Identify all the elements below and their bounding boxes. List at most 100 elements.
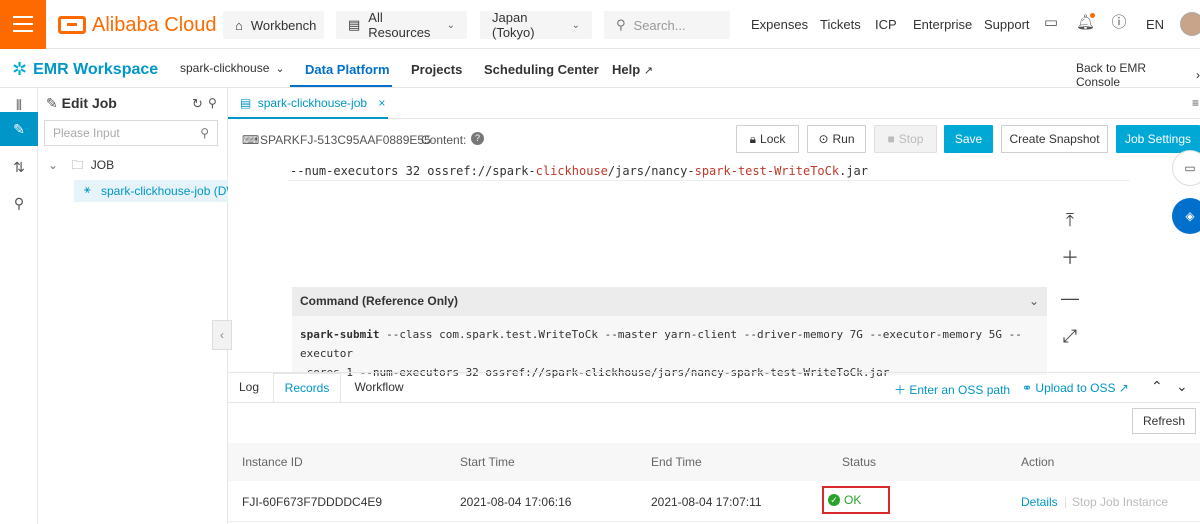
chevron-down-icon: ⌄ (48, 158, 59, 172)
tree-item-spark-clickhouse-job[interactable]: ⚹ spark-clickhouse-job (DW (74, 180, 238, 202)
check-icon: ✓ (828, 494, 840, 506)
save-button[interactable]: Save (944, 125, 993, 153)
tab-projects[interactable]: Projects (411, 62, 462, 77)
plus-icon: ＋ (894, 383, 907, 397)
job-settings-button[interactable]: Job Settings (1116, 125, 1200, 153)
job-tab-label: spark-clickhouse-job (257, 96, 368, 110)
tab-workflow[interactable]: Workflow (344, 373, 414, 402)
global-search-input[interactable]: ⚲ Search... (604, 11, 730, 39)
language-switch[interactable]: EN (1146, 17, 1164, 32)
column-header: End Time (651, 455, 702, 469)
chevron-down-icon: ⌄ (275, 62, 285, 75)
code-keyword: clickhouse (535, 164, 608, 178)
search-icon[interactable]: ⚲ (0, 186, 38, 220)
alibaba-cloud-logo[interactable]: Alibaba Cloud (58, 12, 217, 38)
expenses-link[interactable]: Expenses (751, 17, 808, 32)
message-icon[interactable]: ▭ (1042, 14, 1060, 32)
chevron-down-icon[interactable]: ⌄ (1176, 378, 1188, 395)
create-snapshot-button[interactable]: Create Snapshot (1001, 125, 1108, 153)
chat-icon[interactable]: ▭ (1172, 150, 1200, 186)
stop-label: Stop (898, 132, 924, 146)
upload-oss-label: Upload to OSS (1035, 381, 1116, 395)
code-text: /jars/nancy- (607, 164, 695, 178)
code-line[interactable]: --num-executors 32 ossref://spark-clickh… (290, 164, 868, 178)
apps-icon[interactable]: ◈ (1172, 198, 1200, 234)
upload-to-oss-link[interactable]: ⚭ Upload to OSS ↗ (1022, 381, 1129, 395)
tab-records[interactable]: Records (273, 373, 341, 402)
region-dropdown[interactable]: Japan (Tokyo) ⌄ (480, 10, 592, 40)
home-icon: ⌂ (235, 17, 243, 33)
workflow-node-icon: ⚹ (84, 184, 91, 196)
details-link[interactable]: Details (1021, 495, 1058, 509)
external-link-icon: ↗ (1118, 381, 1129, 395)
cluster-label: spark-clickhouse (180, 61, 270, 75)
icp-link[interactable]: ICP (875, 17, 897, 32)
command-title: Command (Reference Only) (300, 294, 459, 308)
workflow-icon[interactable]: ⇅ (0, 150, 38, 184)
close-icon[interactable]: × (378, 96, 385, 110)
refresh-icon[interactable]: ↻ (192, 96, 203, 112)
code-keyword: spark-test-WriteToCk (694, 164, 840, 178)
all-resources-dropdown[interactable]: ▤ All Resources ⌄ (336, 10, 467, 40)
end-time: 2021-08-04 17:07:11 (651, 495, 762, 509)
more-menu-icon[interactable]: ≡ (1192, 96, 1199, 110)
job-tab-strip: ▤ spark-clickhouse-job × ≡ (228, 88, 1200, 119)
back-to-console-link[interactable]: Back to EMR Console › (1076, 61, 1200, 89)
tree-search-input[interactable]: Please Input ⚲ (44, 120, 218, 146)
command-panel-header[interactable]: Command (Reference Only) ⌄ (292, 287, 1047, 316)
emr-logo-icon: ✲ (12, 59, 28, 79)
command-reference-panel: Command (Reference Only) ⌄ spark-submit … (292, 287, 1047, 379)
fullscreen-icon[interactable]: ⤢ (1060, 326, 1080, 346)
edit-job-icon[interactable]: ✎ (0, 112, 38, 146)
tab-data-platform[interactable]: Data Platform (305, 62, 390, 77)
workbench-button[interactable]: ⌂ Workbench (223, 11, 324, 39)
column-header: Action (1021, 455, 1055, 469)
tickets-link[interactable]: Tickets (820, 17, 861, 32)
zoom-in-icon[interactable]: ＋ (1060, 248, 1080, 268)
support-link[interactable]: Support (984, 17, 1030, 32)
stop-job-instance-link[interactable]: Stop Job Instance (1072, 495, 1168, 509)
zoom-out-icon[interactable]: — (1060, 288, 1080, 308)
job-toolbar: ⌨ SPARK FJ-513C95AAF0889E55 Content: ? 🔒… (228, 120, 1200, 160)
run-button[interactable]: ⊙ Run (807, 125, 866, 153)
lock-icon: 🔒︎ (749, 131, 757, 146)
tab-help[interactable]: Help ↗ (612, 62, 653, 77)
chevron-right-icon: › (1196, 68, 1200, 82)
enter-oss-path-link[interactable]: ＋ Enter an OSS path (894, 381, 1010, 398)
tab-log[interactable]: Log (228, 373, 270, 402)
stop-button[interactable]: ■ Stop (874, 125, 937, 153)
help-icon[interactable]: ⓘ (1110, 14, 1128, 32)
emr-workspace-title[interactable]: ✲ EMR Workspace (12, 59, 158, 80)
tab-scheduling-center[interactable]: Scheduling Center (484, 62, 599, 77)
code-editor[interactable]: --num-executors 32 ossref://spark-clickh… (228, 160, 1200, 379)
column-header: Start Time (460, 455, 515, 469)
command-name: spark-submit (300, 328, 380, 341)
search-icon: ⚲ (200, 126, 209, 140)
run-label: Run (832, 132, 855, 146)
command-line: spark-submit --class com.spark.test.Writ… (300, 325, 1040, 363)
tree-folder-job[interactable]: ⌄ 🗀 JOB (48, 156, 114, 177)
refresh-button[interactable]: Refresh (1132, 408, 1196, 434)
scroll-to-top-icon[interactable]: ⤒ (1060, 210, 1080, 230)
enterprise-link[interactable]: Enterprise (913, 17, 972, 32)
brand-name: Alibaba Cloud (92, 13, 217, 36)
tab-spark-clickhouse-job[interactable]: ▤ spark-clickhouse-job × (228, 88, 388, 119)
lock-button[interactable]: 🔒︎ Lock (736, 125, 799, 153)
pin-icon[interactable]: ⚲ (208, 96, 217, 110)
active-tab-indicator (290, 85, 392, 87)
collapse-panel-handle[interactable]: ‹ (212, 320, 232, 350)
chevron-down-icon: ⌄ (571, 19, 580, 31)
help-label: Help (612, 62, 641, 77)
help-icon[interactable]: ? (471, 132, 484, 145)
top-navigation-bar: Alibaba Cloud ⌂ Workbench ▤ All Resource… (0, 0, 1200, 49)
tree-search-placeholder: Please Input (53, 126, 120, 140)
status-badge: ✓ OK (822, 486, 890, 514)
column-header: Status (842, 455, 877, 469)
avatar[interactable] (1180, 12, 1200, 36)
chevron-up-icon[interactable]: ⌃ (1151, 378, 1163, 395)
resources-icon: ▤ (348, 17, 361, 32)
lock-label: Lock (760, 132, 786, 146)
job-type: SPARK (260, 133, 300, 147)
menu-icon[interactable] (0, 0, 46, 49)
cluster-selector[interactable]: spark-clickhouse ⌄ (180, 61, 285, 75)
